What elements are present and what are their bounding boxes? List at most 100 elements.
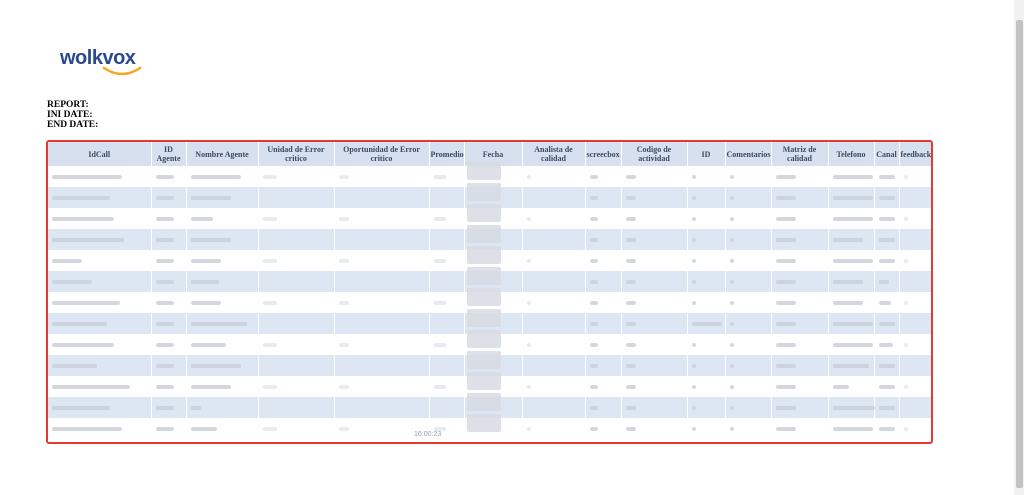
table-cell [874,250,900,271]
table-cell [48,418,152,439]
blurred-value [433,258,446,263]
table-cell [334,166,430,187]
column-header: Unidad de Error critico [258,142,335,166]
blurred-value [155,300,174,305]
blurred-value [691,300,696,305]
blurred-value [52,342,114,347]
table-cell [874,313,900,334]
table-cell [687,166,726,187]
blurred-value [52,237,124,242]
blurred-value [775,363,796,368]
blurred-value [832,258,873,263]
table-cell [522,334,586,355]
blurred-value [903,174,908,179]
table-cell [186,397,259,418]
blurred-value [625,321,636,326]
blurred-value [625,342,636,347]
table-cell [585,376,622,397]
table-cell [585,334,622,355]
blurred-value [625,258,636,263]
blurred-value [338,237,349,242]
blurred-date [466,288,501,306]
blurred-value [155,321,174,326]
blurred-value [190,279,219,284]
blurred-value [155,363,174,368]
column-header: Telefono [828,142,875,166]
table-cell [186,376,259,397]
blurred-value [903,237,908,242]
blurred-value [338,216,349,221]
table-cell [725,271,772,292]
table-cell [828,418,875,439]
table-cell [725,250,772,271]
table-cell [899,397,931,418]
report-table: IdCall ID Agente Nombre Agente Unidad de Er… [48,142,931,439]
table-cell [48,292,152,313]
table-cell [687,208,726,229]
table-cell [874,292,900,313]
table-cell [429,334,465,355]
table-cell [828,229,875,250]
blurred-value [52,426,122,431]
blurred-value [691,279,696,284]
blurred-value [433,342,446,347]
table-cell [828,250,875,271]
vertical-scrollbar[interactable] [1014,0,1024,495]
table-cell [621,271,688,292]
table-cell [899,208,931,229]
blurred-value [832,300,863,305]
table-cell [151,376,187,397]
blurred-value [691,237,696,242]
blurred-value [729,237,734,242]
scrollbar-thumb[interactable] [1016,20,1023,488]
blurred-value [262,279,277,284]
blurred-value [190,174,241,179]
table-cell [828,355,875,376]
table-cell [48,397,152,418]
blurred-value [729,195,734,200]
table-cell [258,376,335,397]
table-cell [151,166,187,187]
blurred-value [903,258,908,263]
blurred-date [466,225,501,243]
table-cell [429,271,465,292]
logo-smile-icon [102,66,142,76]
blurred-value [262,342,277,347]
table-cell [151,250,187,271]
table-cell [725,208,772,229]
blurred-value [526,174,531,179]
table-cell [186,187,259,208]
blurred-value [775,300,796,305]
table-cell [464,414,523,439]
table-cell [899,166,931,187]
blurred-value [832,174,873,179]
blurred-value [526,195,531,200]
table-cell [186,292,259,313]
table-cell [621,229,688,250]
table-row[interactable] [48,414,931,439]
column-header: feedback [899,142,931,166]
column-header: ID [687,142,726,166]
blurred-value [625,363,636,368]
blurred-value [775,195,796,200]
blurred-value [338,405,349,410]
blurred-value [155,195,174,200]
blurred-value [155,342,174,347]
blurred-value [155,237,174,242]
table-cell [725,229,772,250]
blurred-date [466,351,501,369]
table-cell [687,355,726,376]
blurred-value [589,237,598,242]
blurred-value [338,279,349,284]
blurred-value [155,426,174,431]
table-cell [429,292,465,313]
blurred-value [903,384,908,389]
blurred-value [729,216,734,221]
blurred-value [775,342,796,347]
table-cell [874,397,900,418]
table-cell [186,229,259,250]
table-cell [334,292,430,313]
table-cell [687,376,726,397]
table-cell [186,250,259,271]
blurred-value [52,258,82,263]
